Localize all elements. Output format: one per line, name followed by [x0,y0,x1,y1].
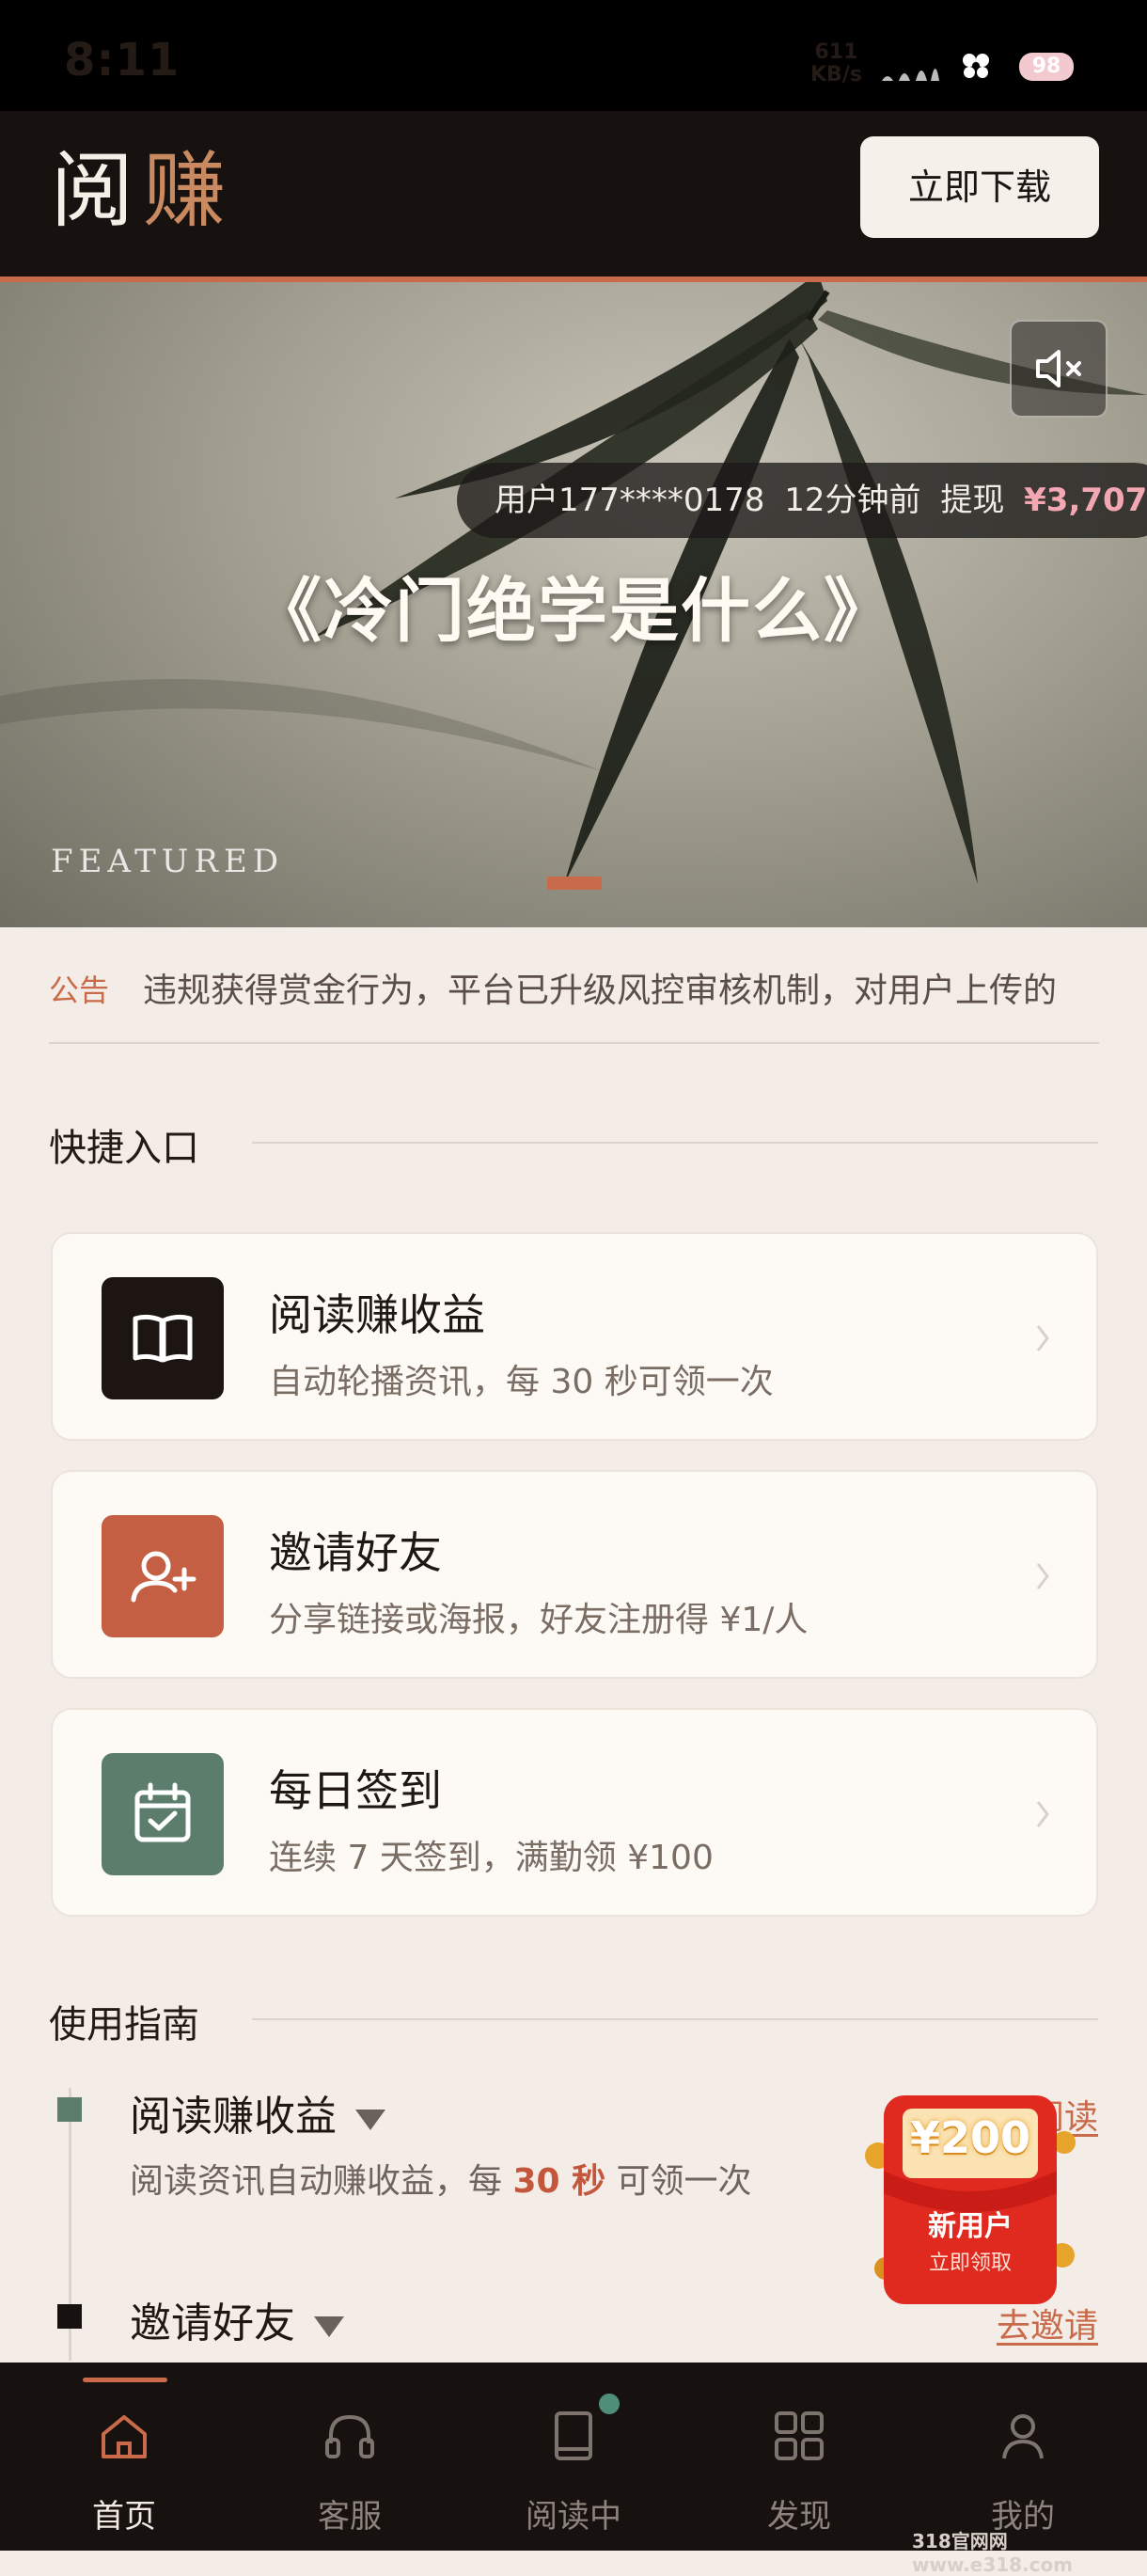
chevron-right-icon [1036,1563,1049,1589]
user-icon [1002,2414,1044,2459]
guide-item-read[interactable]: 阅读赚收益 [130,2082,385,2142]
card-title: 阅读赚收益 [269,1289,485,1340]
add-user-icon [102,1515,224,1637]
nav-label: 阅读中 [526,2498,621,2536]
promo-line1: 新用户 [928,2210,1013,2243]
mute-button[interactable] [1010,320,1108,418]
logo-char-2: 赚 [143,142,236,239]
nav-label: 客服 [318,2498,382,2536]
ticker-action: 提现 [940,482,1005,519]
chevron-right-icon [1036,1801,1049,1827]
speaker-mute-icon [1036,350,1081,387]
nav-profile[interactable]: 我的 [948,2379,1098,2539]
nav-support[interactable]: 客服 [275,2379,425,2539]
banner-title: 《冷门绝学是什么》 [252,571,895,652]
book-icon [102,1277,224,1399]
watermark: 318官网网 www.e318.com [912,2530,1074,2576]
promo-amount: ¥200 [909,2112,1031,2163]
divider [252,1142,1098,1144]
new-user-red-packet[interactable]: ¥200 新用户 立即领取 [857,2080,1083,2317]
triangle-down-icon [355,2109,385,2130]
carousel-indicator [547,877,602,890]
chevron-right-icon [1036,1325,1049,1351]
notice-marquee: 违规获得赏金行为，平台已升级风控审核机制，对用户上传的 [143,972,1058,1010]
app-logo: 阅赚 [51,139,235,243]
promo-line2: 立即领取 [928,2252,1012,2275]
home-icon [102,2415,147,2458]
timeline-marker [57,2097,82,2122]
battery-indicator: 98 [1019,53,1074,81]
nav-reading[interactable]: 阅读中 [498,2379,649,2539]
nav-discover[interactable]: 发现 [724,2379,874,2539]
ticker-user: 用户177****0178 [495,482,765,519]
card-title: 每日签到 [269,1765,442,1816]
guide-item-title: 阅读赚收益 [130,2093,337,2141]
triangle-down-icon [314,2315,344,2337]
network-speed-value: 611 [814,40,858,64]
card-description: 分享链接或海报，好友注册得 ¥1/人 [269,1601,809,1639]
logo-char-1: 阅 [51,142,144,239]
app-notification-icon [963,54,989,78]
divider [49,1042,1099,1044]
status-time: 8:11 [64,34,181,87]
network-speed-unit: KB/s [810,63,862,87]
read-earn-card[interactable]: 阅读赚收益 自动轮播资讯，每 30 秒可领一次 [51,1232,1098,1441]
grid-icon [775,2411,824,2460]
withdraw-ticker: 用户177****0178 12分钟前 提现 ¥3,707 [457,463,1147,538]
divider [252,2018,1098,2020]
featured-banner[interactable]: 用户177****0178 12分钟前 提现 ¥3,707 《冷门绝学是什么》 … [0,282,1147,927]
guide-desc-text: 阅读资讯自动赚收益，每 [130,2162,513,2201]
headset-icon [325,2414,374,2458]
nav-label: 首页 [92,2498,156,2536]
guide-item-title: 邀请好友 [130,2299,295,2347]
notice-label: 公告 [49,972,110,1008]
download-button[interactable]: 立即下载 [860,136,1099,238]
quick-entry-title: 快捷入口 [49,1127,199,1170]
ticker-amount: ¥3,707 [1024,482,1147,519]
timeline-marker [57,2304,82,2329]
signal-icon [882,69,939,81]
guide-title: 使用指南 [49,2003,199,2047]
guide-item-description: 阅读资讯自动赚收益，每 30 秒 可领一次 [130,2154,752,2203]
reading-status-dot [596,2391,622,2417]
invite-friends-card[interactable]: 邀请好友 分享链接或海报，好友注册得 ¥1/人 [51,1470,1098,1679]
card-description: 连续 7 天签到，满勤领 ¥100 [269,1839,714,1877]
book-reading-icon [555,2411,592,2460]
calendar-check-icon [102,1753,224,1875]
network-speed: 611 KB/s [810,41,862,87]
card-title: 邀请好友 [269,1527,442,1578]
guide-desc-text: 可领一次 [605,2162,752,2201]
ticker-time: 12分钟前 [784,482,921,519]
card-description: 自动轮播资讯，每 30 秒可领一次 [269,1363,774,1401]
guide-desc-highlight: 30 秒 [512,2162,606,2201]
featured-label: FEATURED [51,843,285,880]
nav-home[interactable]: 首页 [49,2379,199,2539]
nav-label: 发现 [767,2498,831,2536]
daily-checkin-card[interactable]: 每日签到 连续 7 天签到，满勤领 ¥100 [51,1708,1098,1917]
guide-item-invite[interactable]: 邀请好友 [130,2289,344,2349]
